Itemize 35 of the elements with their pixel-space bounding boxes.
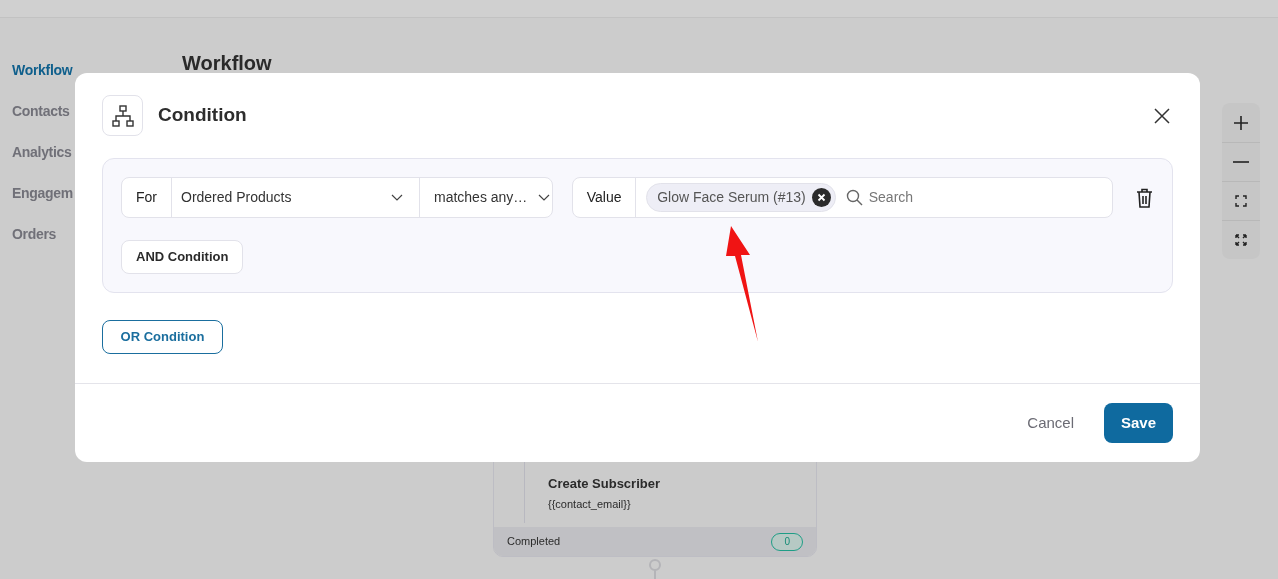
- sidebar-item[interactable]: Analytics: [12, 141, 72, 163]
- search-input[interactable]: Search: [868, 187, 1069, 208]
- save-button[interactable]: Save: [1104, 403, 1173, 443]
- remove-icon[interactable]: [811, 188, 831, 207]
- hierarchy-icon: [111, 104, 134, 127]
- node-status: Completed: [507, 534, 561, 550]
- value-tag: Glow Face Serum (#13): [646, 183, 836, 212]
- count-badge: 0: [771, 532, 803, 551]
- connector-line: [648, 557, 662, 579]
- sidebar-item[interactable]: Orders: [12, 223, 57, 245]
- trash-icon: [1135, 187, 1153, 208]
- chevron-icon: [391, 193, 403, 202]
- sidebar-item[interactable]: Contacts: [12, 100, 70, 122]
- node-subtitle: {{contact_email}}: [548, 497, 632, 512]
- frame-icon: [1235, 195, 1247, 207]
- minus-icon: [1233, 161, 1249, 163]
- and-condition-button[interactable]: AND Condition: [121, 240, 244, 274]
- node-title: Create Subscriber: [548, 475, 660, 493]
- field-select[interactable]: Ordered Products: [172, 178, 420, 217]
- or-condition-button[interactable]: OR Condition: [102, 320, 223, 354]
- expand-icon: [1235, 234, 1247, 246]
- search-icon: [845, 189, 863, 206]
- sidebar-item[interactable]: Engagem: [12, 182, 73, 204]
- sidebar-item[interactable]: Workflow: [12, 59, 73, 81]
- value-field[interactable]: Value Glow Face Serum (#13) Search: [572, 177, 1114, 218]
- delete-button[interactable]: [1134, 186, 1154, 209]
- cancel-button[interactable]: Cancel: [1027, 411, 1074, 435]
- operator-select[interactable]: matches any…: [420, 178, 553, 217]
- chevron-icon: [538, 193, 551, 202]
- close-icon: [1154, 107, 1170, 124]
- value-label: Value: [573, 178, 637, 217]
- page-title: Workflow: [182, 51, 272, 76]
- dialog-title: Condition: [158, 103, 247, 128]
- plus-icon: [1233, 114, 1249, 131]
- for-label: For: [122, 178, 172, 217]
